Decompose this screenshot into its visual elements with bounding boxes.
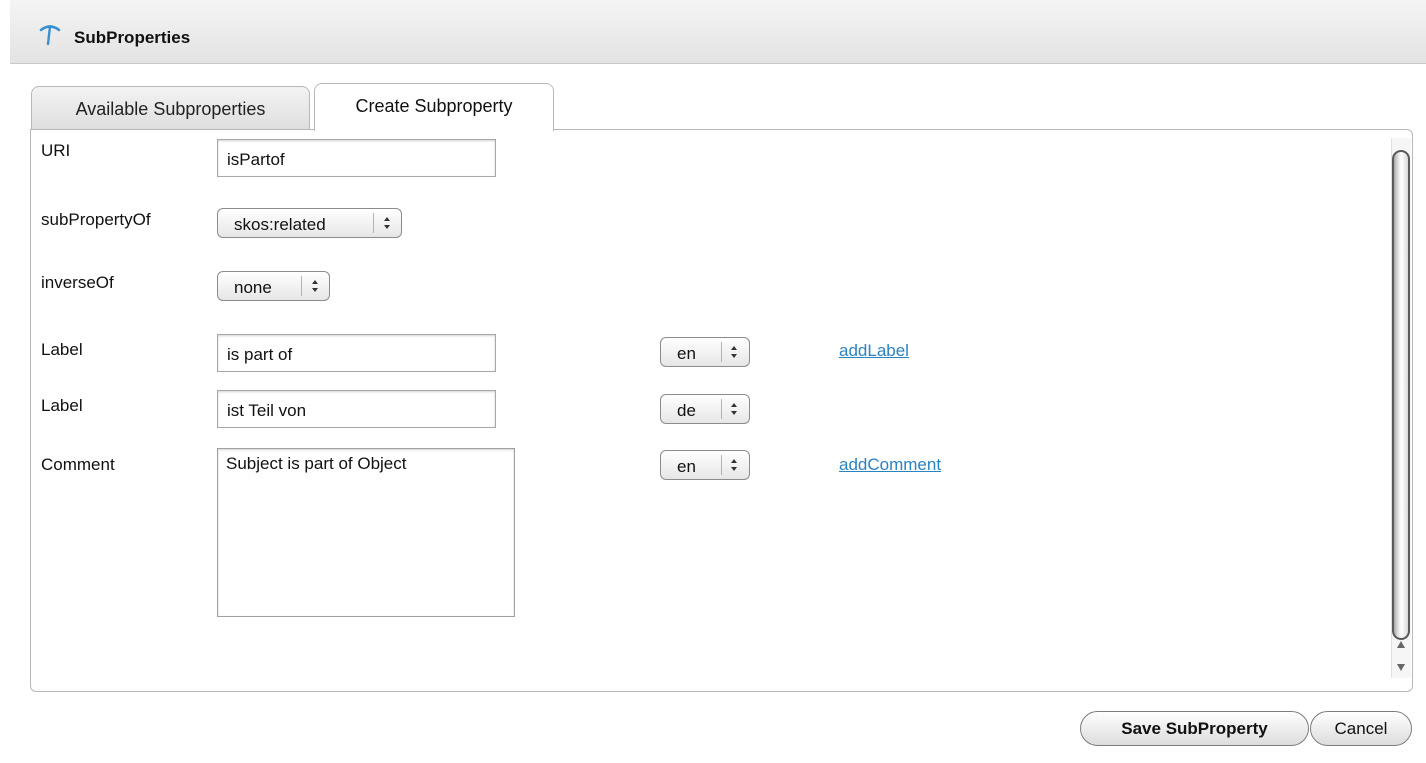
subpropertyof-label: subPropertyOf [41, 210, 151, 229]
inverseof-value: none [234, 278, 272, 297]
tab-available-subproperties[interactable]: Available Subproperties [31, 86, 310, 130]
comment-label: Comment [41, 455, 115, 474]
scroll-thumb[interactable] [1392, 150, 1410, 640]
label-2-input[interactable]: ist Teil von [217, 390, 496, 428]
comment-textarea[interactable]: Subject is part of Object [217, 448, 515, 617]
pickaxe-icon [39, 25, 61, 46]
tab-create-subproperty[interactable]: Create Subproperty [314, 83, 554, 131]
cancel-button[interactable]: Cancel [1310, 711, 1412, 746]
up-down-arrows-icon [731, 403, 737, 415]
inverseof-select[interactable]: none [217, 271, 330, 301]
label-2-lang-select[interactable]: de [660, 394, 750, 424]
save-subproperty-button[interactable]: Save SubProperty [1080, 711, 1309, 746]
label-1-label: Label [41, 340, 83, 359]
scroll-up-arrow-icon[interactable] [1393, 638, 1409, 652]
label-1-lang-select[interactable]: en [660, 337, 750, 367]
vertical-scrollbar[interactable] [1389, 130, 1413, 690]
select-divider [721, 399, 722, 419]
subpropertyof-value: skos:related [234, 215, 326, 234]
scroll-down-arrow-icon[interactable] [1393, 660, 1409, 674]
label-1-input[interactable]: is part of [217, 334, 496, 372]
select-divider [721, 342, 722, 362]
select-divider [301, 276, 302, 296]
up-down-arrows-icon [731, 346, 737, 358]
add-comment-link[interactable]: addComment [839, 455, 941, 475]
subproperties-dialog: SubProperties Available Subproperties Cr… [0, 0, 1426, 763]
up-down-arrows-icon [312, 280, 318, 292]
uri-input[interactable]: isPartof [217, 139, 496, 177]
title-bar: SubProperties [10, 0, 1426, 64]
label-2-lang-value: de [677, 401, 696, 420]
select-divider [721, 455, 722, 475]
up-down-arrows-icon [731, 459, 737, 471]
comment-lang-select[interactable]: en [660, 450, 750, 480]
label-2-label: Label [41, 396, 83, 415]
label-1-lang-value: en [677, 344, 696, 363]
up-down-arrows-icon [384, 217, 390, 229]
dialog-title: SubProperties [74, 28, 191, 47]
select-divider [373, 213, 374, 233]
uri-label: URI [41, 141, 71, 160]
inverseof-label: inverseOf [41, 273, 114, 292]
comment-lang-value: en [677, 457, 696, 476]
add-label-link[interactable]: addLabel [839, 341, 909, 361]
subpropertyof-select[interactable]: skos:related [217, 208, 402, 238]
